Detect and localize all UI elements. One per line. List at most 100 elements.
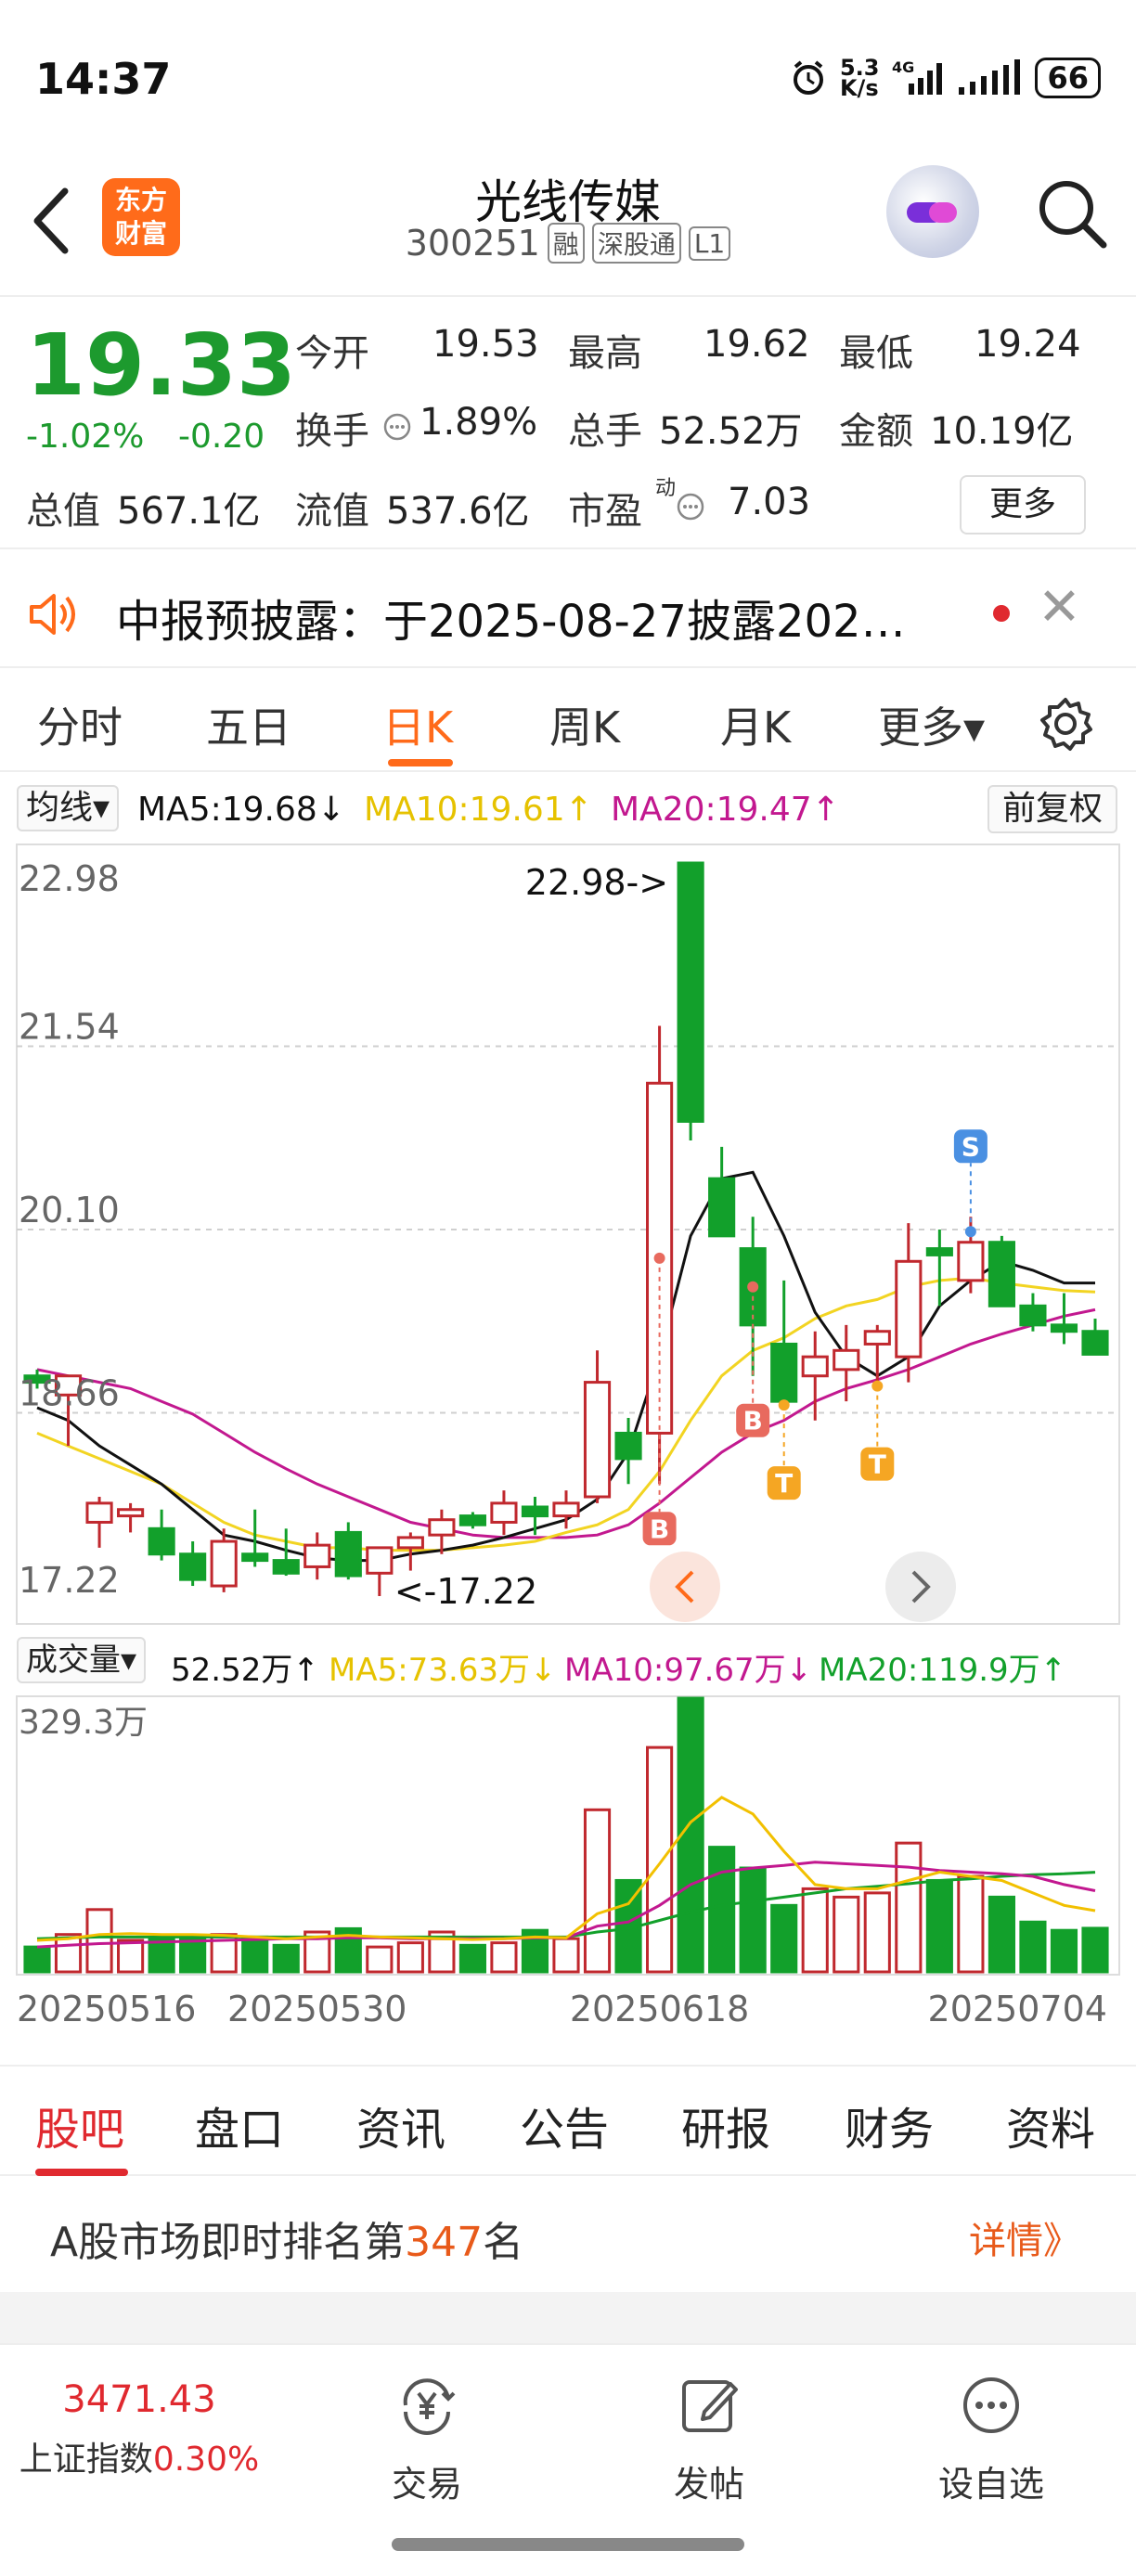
volume-bar: [833, 1895, 860, 1974]
close-icon[interactable]: ✕: [1038, 577, 1081, 638]
more-dots-icon: [963, 2377, 1019, 2433]
y-axis-label: 20.10: [19, 1190, 120, 1230]
index-ticker[interactable]: 3471.43 上证指数0.30%: [0, 2378, 278, 2480]
volume-bar: [739, 1866, 767, 1974]
adjust-button[interactable]: 前复权: [987, 785, 1117, 833]
tab-research[interactable]: 研报: [681, 2093, 770, 2157]
x-axis-label: 20250618: [570, 1989, 749, 2029]
volume-bar: [583, 1808, 612, 1974]
mktcap-label: 总值: [26, 490, 100, 533]
volume-bar: [1019, 1920, 1047, 1974]
stock-header: 东方 财富 光线传媒 300251 融 深股通 L1: [0, 158, 1136, 297]
candle-body: [85, 1501, 113, 1524]
rank-detail-link[interactable]: 详情》: [969, 2210, 1080, 2264]
signal-label: T: [775, 1468, 793, 1499]
tab-monthly-k[interactable]: 月K: [720, 694, 791, 755]
tab-daily-k[interactable]: 日K: [382, 694, 453, 755]
tab-profile[interactable]: 资料: [1006, 2093, 1095, 2157]
battery-indicator: 66: [1035, 58, 1101, 98]
notice-bar[interactable]: 中报预披露：于2025-08-27披露202… ✕: [0, 557, 1136, 668]
volume-selector[interactable]: 成交量▾: [17, 1637, 147, 1683]
low-label: 最低: [839, 332, 913, 375]
y-axis-label: 18.66: [19, 1373, 120, 1414]
volume-value: 52.52万: [659, 410, 803, 453]
tab-announcements[interactable]: 公告: [520, 2093, 609, 2157]
tab-weekly-k[interactable]: 周K: [549, 694, 620, 755]
tab-more-periods[interactable]: 更多▾: [878, 694, 985, 755]
stock-code: 300251: [405, 223, 540, 264]
volume-bar: [241, 1935, 269, 1974]
volume-bar: [957, 1874, 985, 1974]
candle-body: [925, 1247, 953, 1256]
candle-body: [708, 1177, 736, 1238]
assistant-avatar-icon[interactable]: [886, 165, 979, 258]
tab-news[interactable]: 资讯: [356, 2093, 445, 2157]
rank-number: 347: [405, 2219, 484, 2266]
speaker-icon: [30, 594, 75, 635]
trade-button[interactable]: 交易: [353, 2373, 501, 2506]
high-label: 最高: [568, 332, 642, 375]
candle-body: [303, 1543, 331, 1568]
market-rank-row[interactable]: A股市场即时排名第347名 详情》: [0, 2181, 1136, 2292]
home-indicator: [392, 2538, 744, 2551]
volume-bar: [272, 1943, 300, 1974]
add-watchlist-button[interactable]: 设自选: [917, 2373, 1065, 2506]
index-name: 上证指数: [19, 2441, 153, 2479]
index-value: 3471.43: [62, 2378, 216, 2421]
tab-order-book[interactable]: 盘口: [195, 2093, 284, 2157]
candle-body: [179, 1552, 207, 1581]
post-button[interactable]: 发帖: [635, 2373, 783, 2506]
info-dots-icon[interactable]: [382, 412, 412, 442]
badge-connect: 深股通: [591, 223, 681, 264]
open-label: 今开: [295, 332, 369, 375]
unread-dot: [993, 605, 1010, 622]
gear-icon[interactable]: [1038, 696, 1093, 752]
candle-body: [521, 1505, 549, 1518]
tab-guba[interactable]: 股吧: [35, 2093, 124, 2157]
floatcap-value: 537.6亿: [386, 490, 530, 533]
x-axis-label: 20250530: [227, 1989, 407, 2029]
signal-label: B: [650, 1513, 669, 1544]
tab-five-day[interactable]: 五日: [206, 694, 291, 755]
volume-bar: [148, 1937, 175, 1974]
net-speed: 5.3 K/s: [839, 55, 880, 101]
volume-bar: [801, 1887, 829, 1974]
scroll-right-button[interactable]: [885, 1552, 956, 1622]
change-amount: -0.20: [178, 418, 265, 456]
volume-bar: [552, 1937, 580, 1974]
vol-ma5-legend: MA5:73.63万↓: [329, 1652, 557, 1689]
scroll-left-button[interactable]: [650, 1552, 720, 1622]
open-value: 19.53: [432, 323, 539, 366]
amount-label: 金额: [839, 410, 913, 453]
signal-dot: [747, 1281, 759, 1293]
tab-intraday[interactable]: 分时: [37, 694, 123, 755]
ma20-legend: MA20:19.47↑: [611, 791, 840, 829]
candle-body: [677, 861, 704, 1123]
amount-value: 10.19亿: [930, 410, 1074, 453]
more-quote-button[interactable]: 更多: [960, 475, 1086, 535]
signal-strength-icon: [959, 59, 1021, 95]
signal-dot: [653, 1252, 665, 1264]
ma-legend: 均线▾ MA5:19.68↓ MA10:19.61↑ MA20:19.47↑ 前…: [0, 779, 1136, 835]
candle-body: [770, 1342, 798, 1403]
period-tabs: 分时 五日 日K 周K 月K 更多▾: [0, 670, 1136, 772]
candle-body: [988, 1241, 1015, 1307]
candlestick-chart[interactable]: B B T T S 22.98 21.54 20.10 18.66 17.22 329.3万 202…: [0, 835, 1136, 2065]
candle-body: [396, 1536, 424, 1550]
pe-value: 7.03: [728, 481, 811, 523]
ma-selector[interactable]: 均线▾: [17, 785, 120, 831]
edit-icon: [682, 2380, 738, 2432]
active-tab-indicator: [388, 759, 453, 766]
info-dots-icon[interactable]: [676, 492, 705, 522]
pe-superscript: 动: [655, 477, 677, 500]
volume-bar: [708, 1846, 736, 1974]
candle-body: [833, 1348, 860, 1372]
candle-body: [490, 1501, 518, 1524]
tab-financials[interactable]: 财务: [845, 2093, 934, 2157]
trade-yen-icon: [403, 2378, 456, 2435]
candle-body: [801, 1355, 829, 1378]
x-axis-label: 20250516: [17, 1989, 196, 2029]
search-icon[interactable]: [1035, 176, 1109, 251]
volume-bar: [770, 1903, 798, 1974]
y-axis-label: 17.22: [19, 1560, 120, 1601]
